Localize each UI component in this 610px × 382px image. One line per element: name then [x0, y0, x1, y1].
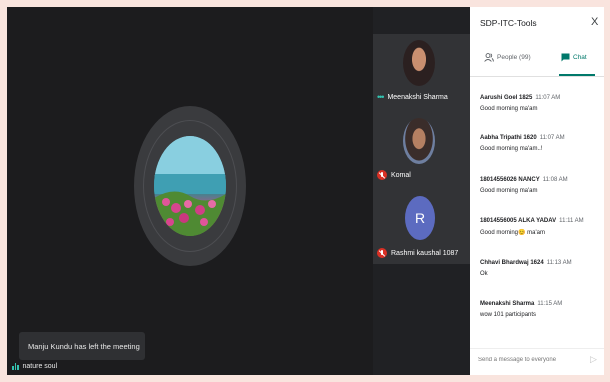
tab-chat-label: Chat — [573, 54, 587, 61]
chat-message: Aabha Tripathi 1620 11:07 AM Good morning… — [480, 135, 565, 152]
audio-level-icon — [12, 363, 19, 370]
main-stage: Manju Kundu has left the meeting nature … — [7, 7, 373, 375]
message-sender: Aarushi Goel 1825 — [480, 95, 533, 101]
message-sender: Meenakshi Sharma — [480, 301, 535, 307]
message-text: wow 101 participants — [480, 312, 537, 318]
flowers-image — [154, 136, 226, 236]
participant-name: Meenakshi Sharma — [387, 93, 448, 101]
notification-toast: Manju Kundu has left the meeting — [19, 332, 145, 360]
participant-avatar — [403, 40, 435, 86]
chat-icon — [561, 53, 570, 62]
message-sender: Aabha Tripathi 1620 — [480, 135, 537, 141]
message-text: Ok — [480, 271, 488, 277]
self-name: nature soul — [22, 363, 58, 370]
message-time: 11:11 AM — [559, 218, 584, 224]
active-speaker-tile[interactable] — [134, 106, 246, 266]
speaking-icon: ••• — [377, 92, 385, 102]
tab-chat[interactable]: Chat — [561, 53, 587, 62]
participant-tile-rashmi[interactable]: R Rashmi kaushal 1087 — [373, 190, 470, 266]
side-panel: SDP-ITC-Tools X People (99) Chat Aarushi… — [470, 7, 604, 375]
meeting-window: Manju Kundu has left the meeting nature … — [7, 7, 604, 375]
message-time: 11:07 AM — [535, 95, 561, 101]
participant-name: Rashmi kaushal 1087 — [391, 249, 459, 257]
message-time: 11:15 AM — [537, 301, 563, 307]
chat-message: Chhavi Bhardwaj 1624 11:13 AM Ok — [480, 260, 572, 277]
message-sender: 18014556005 ALKA YADAV — [480, 218, 557, 224]
participant-name-row: Rashmi kaushal 1087 — [377, 248, 458, 258]
participant-name-row: ••• Meenakshi Sharma — [377, 92, 448, 102]
participant-avatar: R — [405, 196, 435, 240]
chat-message: 18014556005 ALKA YADAV 11:11 AM Good morn… — [480, 218, 584, 236]
tab-people-label: People (99) — [497, 54, 531, 61]
speaker-avatar — [154, 136, 226, 236]
participant-tile-meenakshi[interactable]: ••• Meenakshi Sharma — [373, 34, 470, 110]
notification-text: Manju Kundu has left the meeting — [28, 342, 140, 351]
message-text: Good morning ma'am — [480, 188, 538, 194]
tab-divider — [470, 76, 604, 77]
panel-title: SDP-ITC-Tools — [480, 18, 537, 28]
participant-tile-komal[interactable]: Komal — [373, 112, 470, 188]
message-text: Good morning ma'am — [480, 106, 538, 112]
participant-name: Komal — [391, 171, 411, 179]
message-sender: Chhavi Bhardwaj 1624 — [480, 260, 544, 266]
chat-message: Aarushi Goel 1825 11:07 AM Good morning m… — [480, 95, 560, 112]
chat-message: Meenakshi Sharma 11:15 AM wow 101 partici… — [480, 301, 562, 318]
self-name-label: nature soul — [12, 363, 57, 370]
tab-people[interactable]: People (99) — [484, 53, 531, 62]
close-panel-button[interactable]: X — [591, 16, 598, 28]
send-icon[interactable]: ▷ — [590, 354, 597, 365]
mic-off-icon — [377, 248, 387, 258]
message-time: 11:13 AM — [546, 260, 572, 266]
message-text: Good morning ma'am..! — [480, 146, 543, 152]
message-text: Good morning😊 ma'am — [480, 230, 545, 236]
message-sender: 18014556026 NANCY — [480, 177, 540, 183]
input-divider — [470, 348, 604, 349]
chat-message-input[interactable] — [478, 353, 584, 367]
mic-off-icon — [377, 170, 387, 180]
message-time: 11:08 AM — [542, 177, 568, 183]
participant-avatar — [403, 118, 435, 164]
message-time: 11:07 AM — [539, 135, 565, 141]
people-icon — [484, 53, 494, 62]
participant-tiles: ••• Meenakshi Sharma Komal R Rashmi kaus… — [373, 34, 470, 264]
chat-message: 18014556026 NANCY 11:08 AM Good morning m… — [480, 177, 568, 194]
participant-name-row: Komal — [377, 170, 411, 180]
